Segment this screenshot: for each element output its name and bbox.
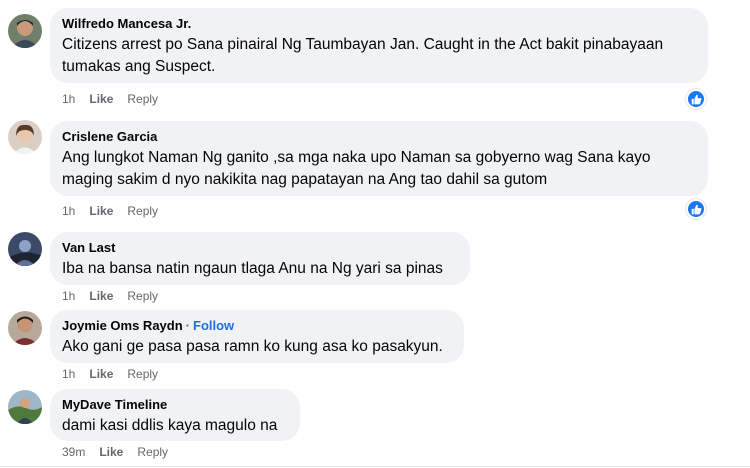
comment-author[interactable]: Joymie Oms Raydn — [62, 318, 183, 333]
comment-bubble: Van Last Iba na bansa natin ngaun tlaga … — [50, 232, 470, 285]
comment-timestamp[interactable]: 1h — [62, 204, 75, 218]
comment-text: Ako gani ge pasa pasa ramn ko kung asa k… — [62, 336, 452, 358]
avatar-photo-icon — [8, 390, 42, 424]
avatar[interactable] — [8, 14, 42, 48]
comment-author[interactable]: Crislene Garcia — [62, 128, 696, 145]
comment-timestamp[interactable]: 1h — [62, 92, 75, 106]
comment-timestamp[interactable]: 1h — [62, 289, 75, 303]
avatar-photo-icon — [8, 14, 42, 48]
reply-button[interactable]: Reply — [127, 289, 158, 303]
reaction-badge[interactable] — [686, 199, 706, 219]
like-button[interactable]: Like — [89, 204, 113, 218]
comment-text-line: maging sakim d nyo nakikita nag papataya… — [62, 171, 548, 188]
follow-separator: · — [185, 318, 190, 333]
avatar-photo-icon — [8, 232, 42, 266]
reaction-badge[interactable] — [686, 89, 706, 109]
comment-text-line: Ang lungkot Naman Ng ganito ,sa mga naka… — [62, 149, 651, 166]
comment-author[interactable]: MyDave Timeline — [62, 396, 288, 413]
avatar[interactable] — [8, 120, 42, 154]
comment-text-line: Citizens arrest po Sana pinairal Ng Taum… — [62, 36, 664, 53]
comment-bubble: Wilfredo Mancesa Jr. Citizens arrest po … — [50, 8, 708, 83]
comment-author[interactable]: Van Last — [62, 239, 458, 256]
like-button[interactable]: Like — [99, 445, 123, 459]
like-icon — [691, 204, 701, 214]
avatar[interactable] — [8, 232, 42, 266]
comment-bubble: Crislene Garcia Ang lungkot Naman Ng gan… — [50, 121, 708, 196]
comment-text: Citizens arrest po Sana pinairal Ng Taum… — [62, 34, 696, 78]
avatar-photo-icon — [8, 311, 42, 345]
comment-actions: 1h Like Reply — [62, 204, 158, 218]
comment-actions: 1h Like Reply — [62, 289, 158, 303]
comment-text-line: Ako gani ge pasa pasa ramn ko kung asa k… — [62, 338, 443, 355]
reply-button[interactable]: Reply — [127, 367, 158, 381]
comment-bubble: Joymie Oms Raydn · Follow Ako gani ge pasa… — [50, 310, 464, 363]
reply-button[interactable]: Reply — [127, 204, 158, 218]
comment-text-line: Iba na bansa natin ngaun tlaga Anu na Ng… — [62, 260, 443, 277]
avatar[interactable] — [8, 390, 42, 424]
like-button[interactable]: Like — [89, 92, 113, 106]
comment-text-line: dami kasi ddlis kaya magulo na — [62, 417, 278, 434]
comment-actions: 1h Like Reply — [62, 92, 158, 106]
comment-timestamp[interactable]: 39m — [62, 445, 85, 459]
follow-button[interactable]: Follow — [193, 318, 234, 333]
comment-actions: 1h Like Reply — [62, 367, 158, 381]
avatar[interactable] — [8, 311, 42, 345]
bottom-divider — [0, 466, 750, 467]
comment-bubble: MyDave Timeline dami kasi ddlis kaya mag… — [50, 389, 300, 441]
avatar-photo-icon — [8, 120, 42, 154]
comment-author[interactable]: Wilfredo Mancesa Jr. — [62, 15, 696, 32]
comment-author-line: Joymie Oms Raydn · Follow — [62, 317, 452, 334]
comment-actions: 39m Like Reply — [62, 445, 168, 459]
reply-button[interactable]: Reply — [137, 445, 168, 459]
comment-text: Ang lungkot Naman Ng ganito ,sa mga naka… — [62, 147, 696, 191]
like-icon — [691, 94, 701, 104]
comment-timestamp[interactable]: 1h — [62, 367, 75, 381]
comment-text: dami kasi ddlis kaya magulo na — [62, 415, 288, 437]
reply-button[interactable]: Reply — [127, 92, 158, 106]
comment-text: Iba na bansa natin ngaun tlaga Anu na Ng… — [62, 258, 458, 280]
like-button[interactable]: Like — [89, 289, 113, 303]
like-button[interactable]: Like — [89, 367, 113, 381]
comment-text-line: tumakas ang Suspect. — [62, 58, 216, 75]
